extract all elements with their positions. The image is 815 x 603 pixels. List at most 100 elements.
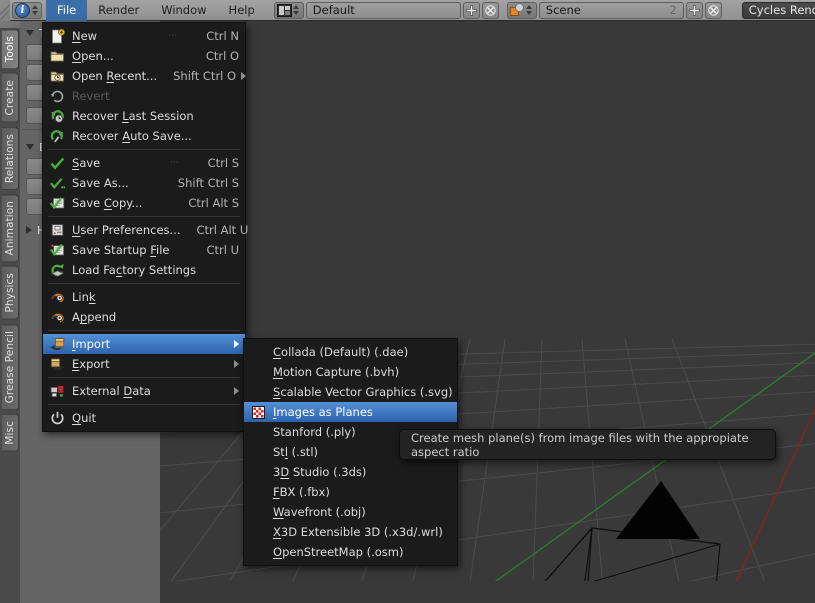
menu-item-open[interactable]: Open... Ctrl O bbox=[43, 46, 245, 66]
menu-item-label: Motion Capture (.bvh) bbox=[273, 365, 400, 379]
menu-item-shortcut: Ctrl Alt U bbox=[196, 223, 249, 237]
blank-icon bbox=[248, 544, 268, 560]
menu-item-label: Open Recent... bbox=[72, 69, 158, 83]
menu-item-label: Collada (Default) (.dae) bbox=[273, 345, 409, 359]
scene-users-count: 2 bbox=[669, 3, 677, 17]
chevron-down-icon bbox=[26, 30, 34, 36]
main-menu-bar: File Render Window Help bbox=[46, 0, 266, 21]
menu-item-import-collada[interactable]: Collada (Default) (.dae) bbox=[244, 342, 457, 362]
menu-item-import-images-as-planes[interactable]: Images as Planes bbox=[244, 402, 457, 422]
menu-item-external-data[interactable]: External Data bbox=[43, 381, 245, 401]
drag-dots: ⋯ bbox=[169, 158, 180, 168]
menu-render[interactable]: Render bbox=[87, 0, 150, 21]
editor-type-selector[interactable]: i bbox=[12, 1, 42, 19]
menu-item-save[interactable]: Save ⋯ Ctrl S bbox=[43, 153, 245, 173]
open-folder-icon bbox=[47, 48, 67, 64]
drag-dots: ⋯ bbox=[168, 31, 179, 41]
images-as-planes-icon bbox=[248, 404, 268, 420]
scene-datablock-selector[interactable] bbox=[506, 1, 537, 19]
menu-item-save-startup-file[interactable]: Save Startup File Ctrl U bbox=[43, 240, 245, 260]
tooltip-text: Create mesh plane(s) from image files wi… bbox=[411, 430, 749, 459]
menu-item-label: New bbox=[72, 29, 98, 43]
toolshelf-tab-column[interactable]: Tools Create Relations Animation Physics… bbox=[0, 21, 20, 603]
menu-item-export[interactable]: Export bbox=[43, 354, 245, 374]
scene-name-field[interactable]: Scene 2 bbox=[538, 1, 684, 19]
menu-item-label: Images as Planes bbox=[273, 405, 373, 419]
recover-session-icon bbox=[47, 108, 67, 124]
chevron-updown-icon bbox=[292, 3, 301, 18]
screen-layout-type-selector[interactable] bbox=[273, 1, 304, 19]
menu-item-label: Revert bbox=[72, 89, 110, 103]
delete-screen-layout-button[interactable] bbox=[481, 1, 499, 19]
save-check-icon bbox=[47, 155, 67, 171]
menu-item-import-3ds[interactable]: 3D Studio (.3ds) bbox=[244, 462, 457, 482]
editor-corner-widget[interactable] bbox=[0, 0, 10, 21]
screen-layout-icon bbox=[276, 3, 292, 17]
menu-item-quit[interactable]: Quit bbox=[43, 408, 245, 428]
sidebar-tab-physics[interactable]: Physics bbox=[2, 266, 19, 320]
sidebar-tab-misc[interactable]: Misc bbox=[2, 414, 19, 452]
menu-item-import[interactable]: Import bbox=[43, 334, 245, 354]
factory-reset-icon bbox=[47, 262, 67, 278]
blank-icon bbox=[248, 484, 268, 500]
menu-item-recover-last-session[interactable]: Recover Last Session bbox=[43, 106, 245, 126]
menu-item-label: User Preferences... bbox=[72, 223, 181, 237]
menu-item-recover-auto-save[interactable]: Recover Auto Save... bbox=[43, 126, 245, 146]
menu-item-import-wavefront[interactable]: Wavefront (.obj) bbox=[244, 502, 457, 522]
menu-item-label: Scalable Vector Graphics (.svg) bbox=[273, 385, 453, 399]
menu-file[interactable]: File bbox=[46, 0, 88, 21]
scene-name-value: Scene bbox=[545, 3, 581, 17]
blender-window: User Persp Meters Camera Transform Trans… bbox=[0, 0, 815, 603]
menu-window[interactable]: Window bbox=[150, 0, 217, 21]
menu-item-import-osm[interactable]: OpenStreetMap (.osm) bbox=[244, 542, 457, 562]
external-data-icon bbox=[47, 383, 67, 399]
tooltip: Create mesh plane(s) from image files wi… bbox=[399, 429, 776, 460]
menu-item-label: Import bbox=[72, 337, 111, 351]
blank-icon bbox=[248, 424, 268, 440]
submenu-arrow-icon bbox=[229, 387, 239, 395]
screen-layout-name-field[interactable]: Default bbox=[305, 1, 461, 19]
menu-item-new[interactable]: New ⋯ Ctrl N bbox=[43, 26, 245, 46]
menu-help[interactable]: Help bbox=[218, 0, 266, 21]
save-copy-icon bbox=[47, 195, 67, 211]
menu-item-import-motion-capture[interactable]: Motion Capture (.bvh) bbox=[244, 362, 457, 382]
menu-item-save-as[interactable]: Save As... Shift Ctrl S bbox=[43, 173, 245, 193]
tab-column-corner bbox=[0, 21, 20, 28]
open-recent-icon bbox=[47, 68, 67, 84]
menu-item-label: Wavefront (.obj) bbox=[273, 505, 366, 519]
blank-icon bbox=[248, 464, 268, 480]
menu-item-import-fbx[interactable]: FBX (.fbx) bbox=[244, 482, 457, 502]
menu-item-save-copy[interactable]: Save Copy... Ctrl Alt S bbox=[43, 193, 245, 213]
delete-scene-button[interactable] bbox=[704, 1, 722, 19]
sidebar-tab-relations[interactable]: Relations bbox=[2, 126, 19, 190]
sidebar-tab-tools[interactable]: Tools bbox=[2, 29, 19, 70]
blank-icon bbox=[248, 504, 268, 520]
menu-item-open-recent[interactable]: Open Recent... Shift Ctrl O bbox=[43, 66, 247, 86]
menu-item-link[interactable]: Link bbox=[43, 287, 245, 307]
menu-item-import-x3d[interactable]: X3D Extensible 3D (.x3d/.wrl) bbox=[244, 522, 457, 542]
menu-item-label: Quit bbox=[72, 411, 97, 425]
sidebar-tab-grease-pencil[interactable]: Grease Pencil bbox=[2, 323, 19, 411]
chevron-updown-icon bbox=[30, 3, 39, 18]
menu-item-append[interactable]: Append bbox=[43, 307, 245, 327]
menu-item-load-factory-settings[interactable]: Load Factory Settings bbox=[43, 260, 245, 280]
render-engine-selector[interactable]: Cycles Render bbox=[741, 1, 815, 19]
add-scene-button[interactable] bbox=[685, 1, 703, 19]
blank-icon bbox=[248, 364, 268, 380]
file-menu-dropdown[interactable]: New ⋯ Ctrl N Open... Ctrl O Open Recent.… bbox=[42, 22, 249, 432]
link-icon bbox=[47, 289, 67, 305]
menu-separator bbox=[48, 216, 240, 217]
menu-item-shortcut: Ctrl Alt S bbox=[188, 196, 239, 210]
menu-item-revert: Revert bbox=[43, 86, 245, 106]
export-icon bbox=[47, 356, 67, 372]
menu-separator bbox=[48, 404, 240, 405]
sidebar-tab-create[interactable]: Create bbox=[2, 73, 19, 123]
menu-item-label: Link bbox=[72, 290, 96, 304]
menu-item-shortcut: Ctrl N bbox=[206, 29, 239, 43]
sidebar-tab-animation[interactable]: Animation bbox=[2, 194, 19, 263]
add-screen-layout-button[interactable] bbox=[462, 1, 480, 19]
submenu-arrow-icon bbox=[229, 340, 239, 348]
menu-item-user-preferences[interactable]: User Preferences... Ctrl Alt U bbox=[43, 220, 249, 240]
menu-item-label: OpenStreetMap (.osm) bbox=[273, 545, 404, 559]
menu-item-import-svg[interactable]: Scalable Vector Graphics (.svg) bbox=[244, 382, 457, 402]
